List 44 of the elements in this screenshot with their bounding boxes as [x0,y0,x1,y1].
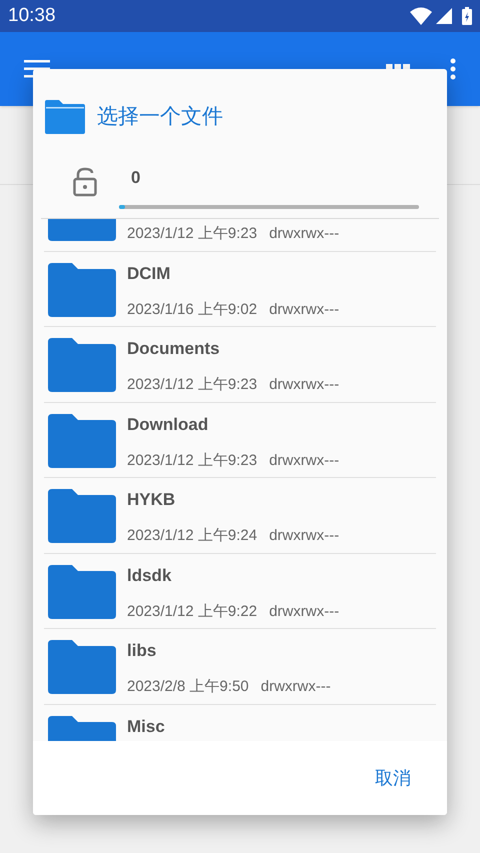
battery-icon [462,7,472,25]
modified-date: 2023/1/12 上午9:24 [127,526,258,546]
folder-icon [48,262,116,316]
folder-name: ldsdk [127,564,172,584]
folder-row[interactable]: Documents 2023/1/12 上午9:23 drwxrwx--- [44,327,436,402]
dialog-title: 选择一个文件 [97,104,223,130]
cancel-button[interactable]: 取消 [369,758,417,798]
folder-row[interactable]: HYKB 2023/1/12 上午9:24 drwxrwx--- [44,478,436,554]
permissions: drwxrwx--- [269,450,340,470]
folder-name: libs [127,640,158,660]
folder-row[interactable]: Download 2023/1/12 上午9:23 drwxrwx--- [44,402,436,478]
folder-name: Misc [127,716,165,736]
modified-date: 2023/2/8 上午9:50 [127,677,249,697]
permissions: drwxrwx--- [260,677,331,697]
unlock-icon[interactable] [73,167,97,197]
more-icon[interactable] [450,58,456,80]
modified-date: 2023/1/12 上午9:22 [127,602,258,622]
folder-name: Download [127,414,210,434]
folder-name: HYKB [127,489,176,509]
folder-row[interactable]: ldsdk 2023/1/12 上午9:22 drwxrwx--- [44,554,436,629]
modified-date: 2023/1/12 上午9:23 [127,375,258,395]
folder-icon [48,640,116,694]
folder-row[interactable]: DCIM 2023/1/16 上午9:02 drwxrwx--- [44,252,436,327]
signal-icon [436,8,452,24]
modified-date: 2023/1/16 上午9:02 [127,300,258,320]
modified-date: 2023/1/12 上午9:23 [127,450,258,470]
folder-row[interactable]: libs 2023/2/8 上午9:50 drwxrwx--- [44,629,436,704]
folder-icon [48,489,116,543]
permissions: drwxrwx--- [269,224,340,244]
folder-icon [48,338,116,392]
permissions: drwxrwx--- [269,375,340,395]
wifi-icon [410,7,432,25]
clock-time: 10:38 [8,4,56,28]
folder-icon [48,414,116,468]
folder-name: Documents [127,338,221,358]
folder-row[interactable]: 2023/1/12 上午9:23 drwxrwx--- [44,219,436,252]
count-label: 0 [131,167,142,189]
modified-date: 2023/1/12 上午9:23 [127,224,258,244]
permissions: drwxrwx--- [269,602,340,622]
folder-name: DCIM [127,262,172,282]
permissions: drwxrwx--- [269,526,340,546]
permissions: drwxrwx--- [269,300,340,320]
folder-icon [48,564,116,618]
folder-icon [45,100,85,134]
